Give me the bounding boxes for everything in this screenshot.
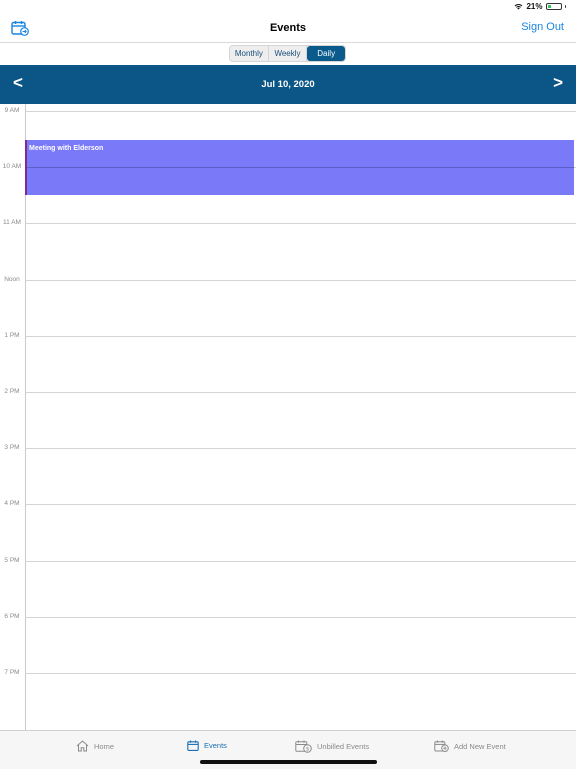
hour-label: 7 PM	[4, 669, 20, 676]
page-title: Events	[269, 22, 307, 34]
hour-label: 1 PM	[4, 332, 20, 339]
event-title: Meeting with Elderson	[29, 145, 104, 152]
calendar-dollar-icon: $	[295, 740, 312, 753]
wifi-icon	[515, 4, 523, 10]
hour-label: Noon	[4, 276, 20, 283]
segment-daily[interactable]: Daily	[307, 46, 345, 61]
tab-home[interactable]: Home	[76, 740, 114, 752]
hour-line	[25, 392, 576, 393]
status-bar: 21%	[0, 0, 576, 14]
hour-line	[25, 504, 576, 505]
tab-label: Events	[204, 741, 227, 750]
nav-bar: Events Sign Out	[0, 14, 576, 43]
hour-line	[25, 617, 576, 618]
next-day-button[interactable]: >	[553, 73, 563, 93]
hour-label: 6 PM	[4, 613, 20, 620]
tab-add-new-event[interactable]: Add New Event	[434, 740, 506, 752]
battery-cap	[564, 5, 566, 8]
hour-label: 3 PM	[4, 444, 20, 451]
hour-label: 9 AM	[4, 107, 20, 114]
hour-line	[25, 280, 576, 281]
tab-label: Add New Event	[454, 741, 506, 751]
calendar-icon	[187, 740, 199, 751]
battery-icon	[545, 3, 562, 10]
hour-line	[25, 673, 576, 674]
hour-label: 10 AM	[2, 163, 22, 170]
hour-line	[25, 448, 576, 449]
hour-line	[25, 223, 576, 224]
sign-out-button[interactable]: Sign Out	[521, 21, 564, 33]
home-icon	[76, 740, 89, 752]
battery-percent: 21%	[526, 2, 543, 11]
home-indicator	[200, 760, 377, 764]
hour-line	[27, 167, 574, 168]
segment-weekly[interactable]: Weekly	[269, 46, 308, 61]
time-axis-line	[25, 104, 26, 730]
event-block[interactable]: Meeting with Elderson	[25, 140, 574, 195]
hour-line	[25, 336, 576, 337]
hour-label: 11 AM	[3, 219, 21, 226]
date-navigation-bar: < Jul 10, 2020 >	[0, 65, 576, 104]
hour-label: 4 PM	[4, 500, 20, 507]
tab-label: Unbilled Events	[317, 742, 370, 751]
tab-events[interactable]: Events	[187, 740, 227, 751]
view-segmented-control: Monthly Weekly Daily	[229, 45, 346, 62]
hour-label: 2 PM	[4, 388, 20, 395]
status-indicators: 21%	[514, 2, 566, 11]
hour-label: 5 PM	[4, 557, 20, 564]
segment-monthly[interactable]: Monthly	[230, 46, 269, 61]
calendar-plus-icon	[434, 740, 449, 752]
hour-line	[25, 561, 576, 562]
hour-line	[25, 111, 576, 112]
svg-text:$: $	[306, 747, 310, 753]
daily-timeline[interactable]: 9 AM 10 AM 11 AM Noon 1 PM 2 PM 3 PM 4 P…	[0, 104, 576, 730]
tab-label: Home	[94, 741, 115, 751]
current-date: Jul 10, 2020	[261, 79, 315, 90]
tab-unbilled-events[interactable]: $ Unbilled Events	[295, 740, 369, 753]
